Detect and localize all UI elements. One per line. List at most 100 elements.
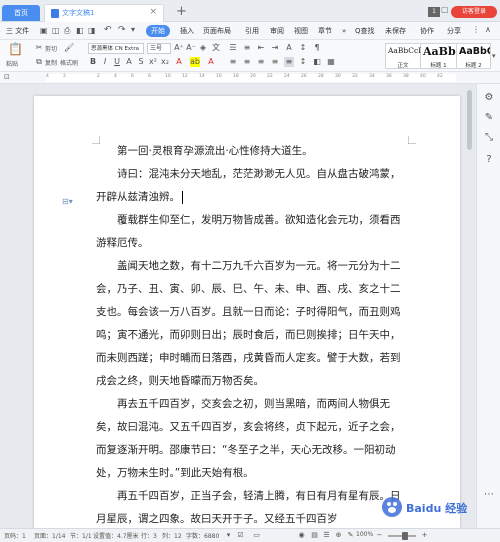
menu-page-layout[interactable]: 页面布局 [203,25,231,37]
share-button[interactable]: 分享 [447,25,461,37]
sidebar-help-icon[interactable]: ? [482,154,496,168]
align-left-icon[interactable]: ≡ [228,57,238,67]
print-icon[interactable]: ⎙ [64,26,70,36]
vertical-scrollbar-thumb[interactable] [467,90,472,150]
borders-icon[interactable]: ▦ [326,57,336,67]
decrease-indent-icon[interactable]: ⇤ [256,43,266,53]
style-heading1[interactable]: AaBb 标题 1 [421,43,457,69]
minimize-icon[interactable]: ▢ [441,5,449,14]
copy-icon[interactable]: ⧉ [34,57,44,67]
paragraph-1[interactable]: 第一回·灵根育孕源流出·心性修持大道生。 [96,140,408,163]
menu-start[interactable]: 开始 [146,25,170,37]
menu-review[interactable]: 审阅 [270,25,284,37]
pdf-icon[interactable]: ◨ [88,26,96,35]
paragraph-6[interactable]: 再五千四百岁，正当子会，轻清上腾，有日有月有星有辰。日月星辰，谓之四象。故曰天开… [96,485,408,528]
zoom-level[interactable]: 100% [356,531,373,538]
status-doc-icon[interactable]: ▭ [252,531,261,540]
ruler-settings-icon[interactable]: ⊡ [4,73,10,81]
more-options-icon[interactable]: ⋮ [472,25,480,34]
grow-font-icon[interactable]: A⁺ [174,43,184,53]
undo-icon[interactable]: ↶ [104,25,112,35]
style-heading2[interactable]: AaBbC 标题 2 [457,43,491,69]
zoom-slider-handle[interactable] [402,532,408,540]
menu-insert[interactable]: 插入 [180,25,194,37]
login-button[interactable]: 访客登录 [451,6,497,18]
paragraph-5[interactable]: 再去五千四百岁，交亥会之初，则当黑暗，而两间人物俱无矣，故曰混沌。又五千四百岁，… [96,393,408,485]
view-page-icon[interactable]: ▤ [310,531,319,540]
view-pen-icon[interactable]: ✎ [346,531,355,540]
cut-label[interactable]: 剪切 [45,44,57,53]
shading-icon[interactable]: ◧ [312,57,322,67]
shrink-font-icon[interactable]: A⁻ [186,43,196,53]
horizontal-ruler[interactable]: 4 2 2 4 6 8 10 12 14 16 18 20 22 24 26 28 30 32 34 36 38 40 42… [0,72,500,84]
cut-icon[interactable]: ✂ [34,43,44,53]
sidebar-edit-icon[interactable]: ✎ [482,112,496,126]
zoom-in-icon[interactable]: + [420,531,429,540]
menu-more[interactable]: » [342,25,346,37]
sidebar-transform-icon[interactable]: ⤡ [482,132,496,146]
numbering-icon[interactable]: ≡ [242,43,252,53]
paste-icon[interactable]: 📋 [8,42,23,56]
document-body[interactable]: 第一回·灵根育孕源流出·心性修持大道生。 诗曰：混沌未分天地乱，茫茫渺渺无人见。… [96,140,408,528]
status-setting-value[interactable]: 设置值：4.7厘米 [93,531,139,540]
close-tab-icon[interactable]: × [149,7,157,17]
status-word-count[interactable]: 字数：6880 [186,531,219,540]
open-icon[interactable]: ◫ [52,26,60,35]
chinese-layout-icon[interactable]: A [284,43,294,53]
paragraph-3[interactable]: 覆载群生仰至仁，发明万物皆成善。欲知造化会元功，须看西游释厄传。 [96,209,408,255]
view-web-icon[interactable]: ⊕ [334,531,343,540]
bullets-icon[interactable]: ☰ [228,43,238,53]
status-page-number[interactable]: 页码：1 [4,531,26,540]
font-color-small-icon[interactable]: A [124,57,134,67]
paragraph-2[interactable]: 诗曰：混沌未分天地乱，茫茫渺渺无人见。自从盘古破鸿蒙，开辟从兹清浊辨。 [96,163,408,209]
menu-section[interactable]: 章节 [318,25,332,37]
font-color-icon[interactable]: A [174,57,184,67]
strikethrough-icon[interactable]: S [136,57,146,67]
status-column[interactable]: 列：12 [162,531,182,540]
spellcheck-icon[interactable]: ▾ [224,531,233,540]
save-icon[interactable]: ▣ [40,26,48,35]
paragraph-4[interactable]: 盖闻天地之数，有十二万九千六百岁为一元。将一元分为十二会，乃子、丑、寅、卯、辰、… [96,255,408,393]
status-row[interactable]: 行：3 [141,531,157,540]
distributed-icon[interactable]: ≡ [284,57,294,67]
copy-label[interactable]: 复制 [45,58,57,67]
paste-label[interactable]: 粘贴 [6,59,18,68]
view-eye-icon[interactable]: ◉ [297,531,306,540]
highlight-icon[interactable]: ab [190,57,200,67]
tab-home[interactable]: 首页 [2,5,40,21]
superscript-icon[interactable]: x² [148,57,158,67]
collaborate-button[interactable]: 协作 [420,25,434,37]
sort-icon[interactable]: ↕ [298,43,308,53]
view-outline-icon[interactable]: ☰ [322,531,331,540]
align-center-icon[interactable]: ≡ [242,57,252,67]
status-section[interactable]: 节：1/1 [70,531,92,540]
subscript-icon[interactable]: x₂ [160,57,170,67]
zoom-out-icon[interactable]: − [375,531,384,540]
format-painter-icon[interactable]: 🖌 [64,43,74,53]
font-family-select[interactable]: 思源黑体 CN Extra [88,43,144,54]
preview-icon[interactable]: ◧ [76,26,84,35]
clear-format-icon[interactable]: ◈ [198,43,208,53]
text-color-icon[interactable]: A [206,57,216,67]
font-size-select[interactable]: 三号 [147,43,171,54]
underline-icon[interactable]: U [112,57,122,67]
menu-view[interactable]: 视图 [294,25,308,37]
search-button[interactable]: Q查找 [355,25,375,37]
phonetic-icon[interactable]: 文 [211,43,221,53]
customize-icon[interactable]: ▾ [131,25,135,34]
unsaved-status[interactable]: 未保存 [385,25,406,37]
italic-icon[interactable]: I [100,57,110,67]
status-pages[interactable]: 页面：1/14 [34,531,65,540]
paragraph-marker-icon[interactable]: ⊟▾ [62,197,73,206]
styles-more-icon[interactable]: ▾ [492,52,496,60]
bold-icon[interactable]: B [88,57,98,67]
status-check-icon[interactable]: ☑ [236,531,245,540]
show-marks-icon[interactable]: ¶ [312,43,322,53]
redo-icon[interactable]: ↷ [118,25,126,35]
file-menu[interactable]: 三 文件 [6,25,29,37]
menu-references[interactable]: 引用 [245,25,259,37]
align-right-icon[interactable]: ≡ [256,57,266,67]
line-spacing-icon[interactable]: ↕ [298,57,308,67]
justify-icon[interactable]: ≡ [270,57,280,67]
notification-badge[interactable]: 1 [428,7,440,17]
